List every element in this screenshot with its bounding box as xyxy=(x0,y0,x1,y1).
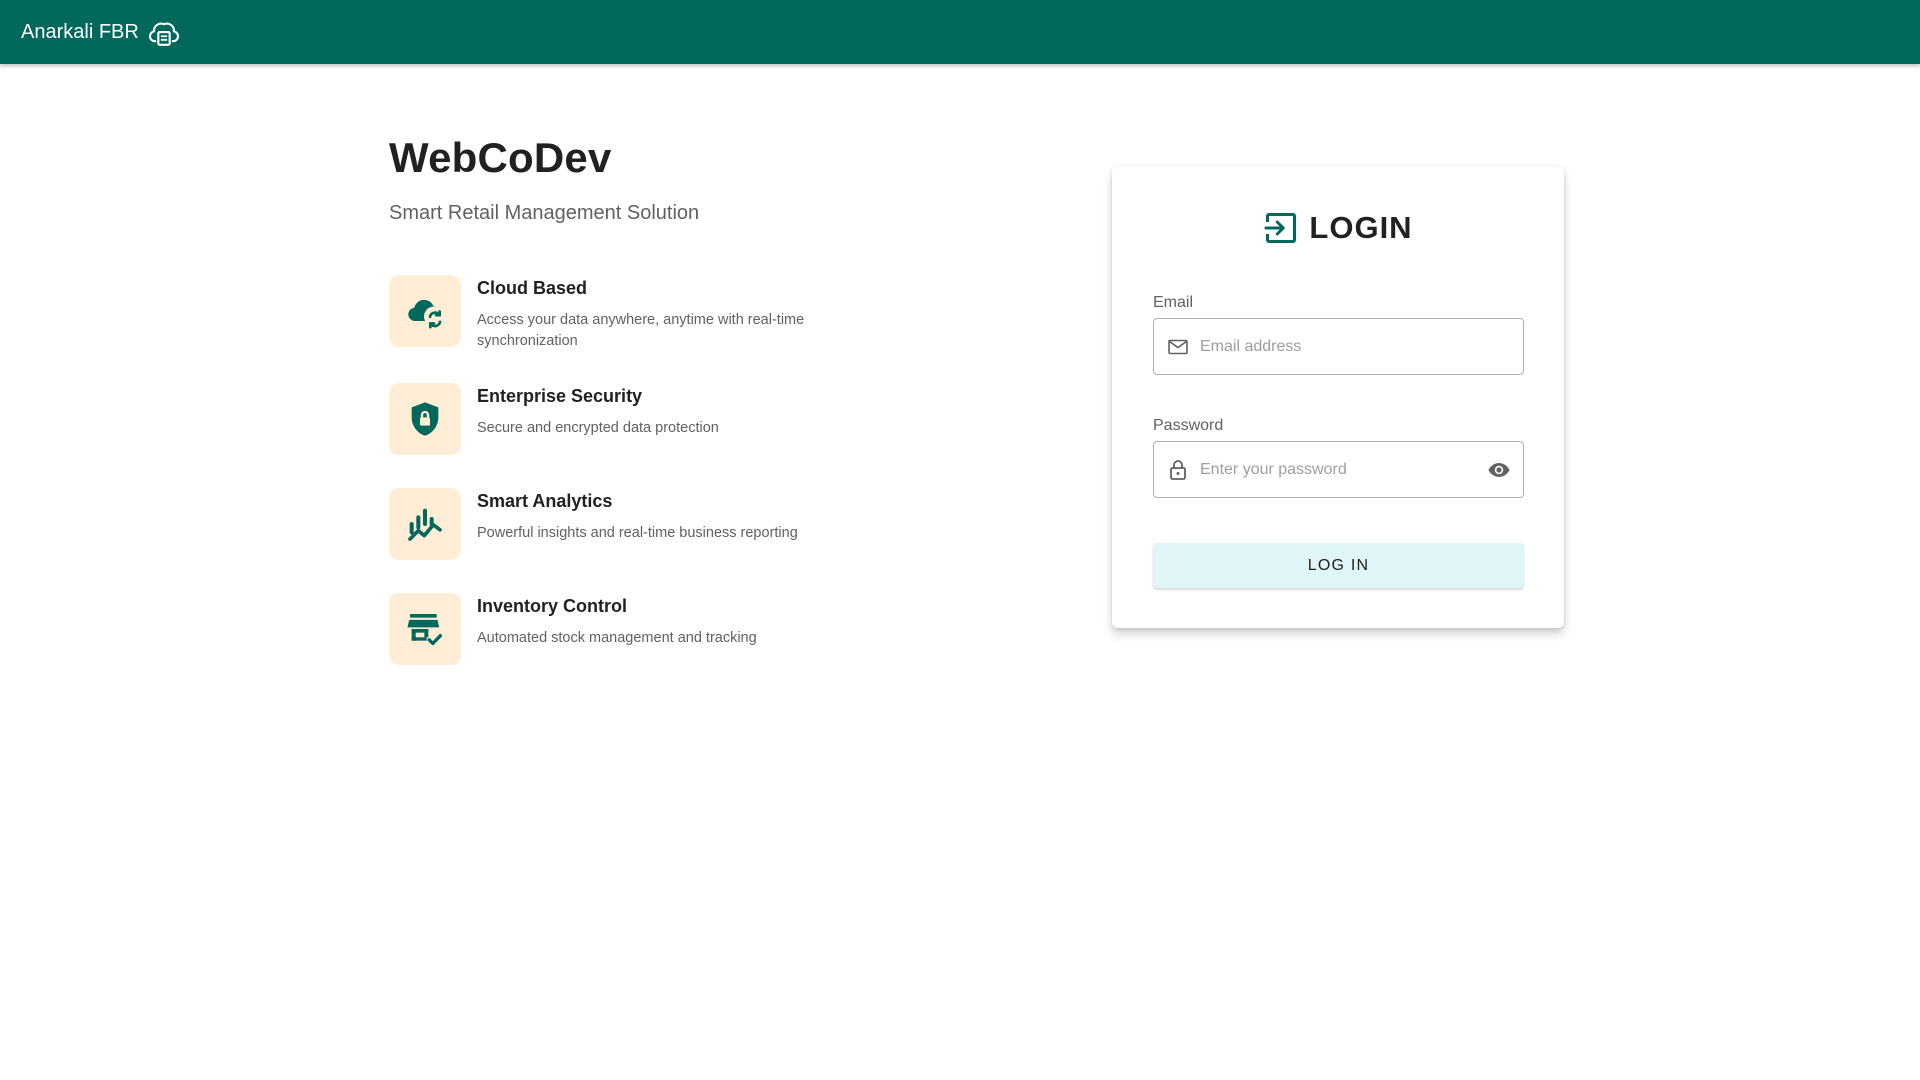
feature-title: Enterprise Security xyxy=(477,386,643,406)
eye-icon[interactable] xyxy=(1487,458,1511,482)
email-label: Email xyxy=(1153,294,1194,311)
feature-tile xyxy=(389,275,461,347)
feature-tile xyxy=(389,593,461,665)
feature-cloud-based: Cloud Based Access your data anywhere, a… xyxy=(389,275,837,352)
analytics-icon xyxy=(408,508,442,541)
feature-description: Secure and encrypted data protection xyxy=(477,420,719,436)
login-header: LOGIN xyxy=(1112,210,1564,246)
hero-subtitle: Smart Retail Management Solution xyxy=(389,202,700,224)
login-icon xyxy=(1264,213,1297,243)
password-label: Password xyxy=(1153,417,1224,434)
feature-title: Smart Analytics xyxy=(477,491,613,511)
feature-smart-analytics: Smart Analytics Powerful insights and re… xyxy=(389,488,837,560)
brand[interactable]: Anarkali FBR xyxy=(21,15,181,49)
login-card: LOGIN Email Password LOG IN xyxy=(1112,166,1564,628)
feature-description: Access your data anywhere, anytime with … xyxy=(477,312,805,349)
brand-name: Anarkali FBR xyxy=(21,20,139,43)
feature-inventory-control: Inventory Control Automated stock manage… xyxy=(389,593,837,665)
printer-cloud-icon xyxy=(148,22,179,46)
shield-lock-icon xyxy=(411,402,439,436)
password-input[interactable] xyxy=(1200,460,1470,479)
mail-icon xyxy=(1168,339,1188,354)
login-button[interactable]: LOG IN xyxy=(1153,543,1524,588)
feature-tile xyxy=(389,488,461,560)
lock-icon xyxy=(1170,459,1186,480)
feature-description: Automated stock management and tracking xyxy=(477,630,757,646)
login-title: LOGIN xyxy=(1309,210,1413,245)
feature-description: Powerful insights and real-time business… xyxy=(477,525,798,541)
feature-tile xyxy=(389,383,461,455)
app-bar: Anarkali FBR xyxy=(0,0,1920,64)
feature-title: Inventory Control xyxy=(477,596,628,616)
feature-enterprise-security: Enterprise Security Secure and encrypted… xyxy=(389,383,837,455)
email-input[interactable] xyxy=(1200,337,1470,356)
password-field[interactable] xyxy=(1153,441,1524,498)
cloud-sync-icon xyxy=(408,299,442,329)
feature-title: Cloud Based xyxy=(477,278,588,298)
email-field[interactable] xyxy=(1153,318,1524,375)
hero: WebCoDev Smart Retail Management Solutio… xyxy=(389,134,849,225)
store-check-icon xyxy=(407,614,442,646)
hero-title: WebCoDev xyxy=(389,134,612,181)
